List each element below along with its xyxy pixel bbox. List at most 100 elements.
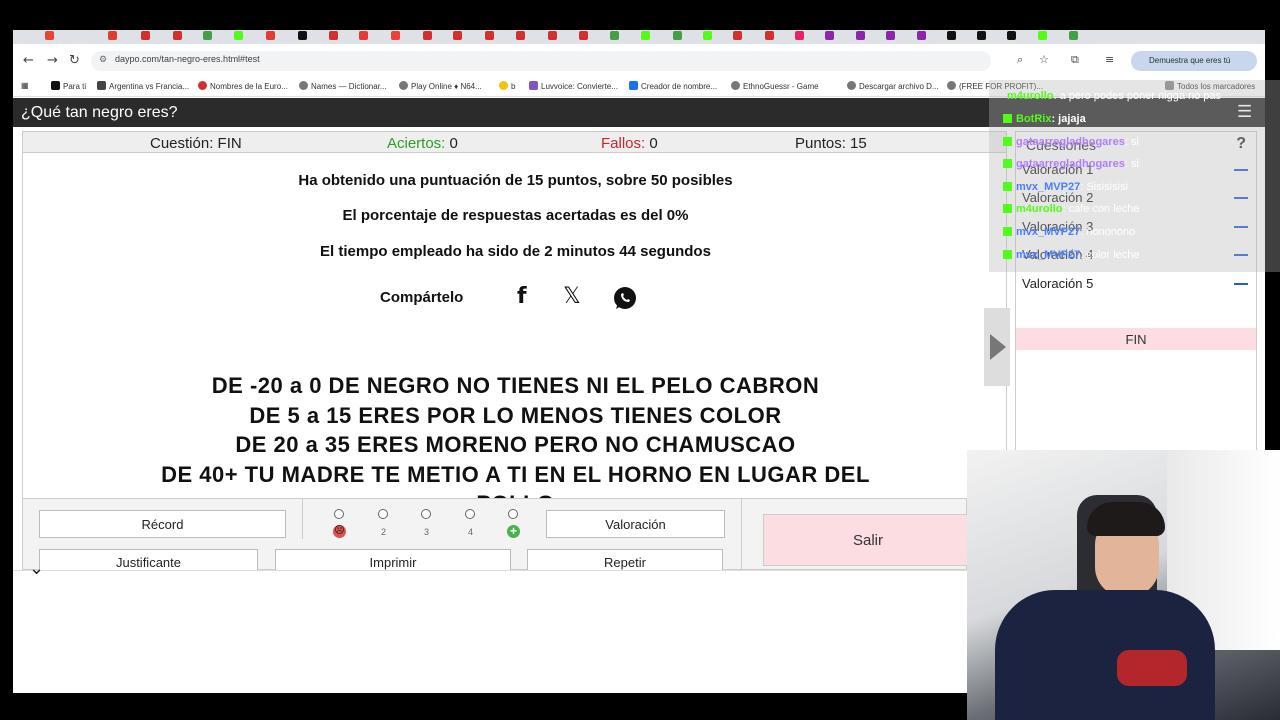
tab-favicon[interactable]	[359, 31, 368, 40]
chat-text: : a pero podes poner nigga no pas	[1053, 90, 1222, 102]
bookmark-item[interactable]: Play Online ♦ N64...	[399, 81, 482, 91]
tab-favicon[interactable]	[108, 31, 117, 40]
scale-line: DE 40+ TU MADRE TE METIO A TI EN EL HORN…	[161, 462, 870, 487]
document-icon	[97, 81, 106, 90]
rating-item[interactable]: Valoración 5	[1022, 276, 1093, 291]
chat-message: m4urollo: cafe con leche	[1003, 203, 1140, 215]
panel-toggle[interactable]	[984, 308, 1010, 386]
tab-favicon[interactable]	[141, 31, 150, 40]
fails-value: 0	[649, 135, 658, 152]
apps-icon[interactable]: ▦	[21, 81, 29, 90]
bookmark-item[interactable]: Luvvoice: Convierte...	[529, 81, 618, 91]
tab-favicon[interactable]	[610, 31, 619, 40]
tab-favicon[interactable]	[1069, 31, 1078, 40]
tab-favicon[interactable]	[733, 31, 742, 40]
print-button[interactable]: Imprimir	[275, 549, 511, 571]
bookmark-star-icon[interactable]: ☆	[1039, 53, 1049, 66]
menu-list-icon[interactable]: ≡	[1105, 53, 1114, 66]
dash-icon	[1234, 283, 1248, 285]
tab-favicon[interactable]	[203, 31, 212, 40]
tab-favicon[interactable]	[641, 31, 650, 40]
facebook-icon[interactable]: f	[517, 286, 535, 310]
chat-username: m4urollo	[1007, 90, 1054, 102]
tab-favicon[interactable]	[173, 31, 182, 40]
tab-favicon[interactable]	[886, 31, 895, 40]
hits-value: 0	[449, 135, 458, 152]
tab-favicon[interactable]	[234, 31, 243, 40]
tab-favicon[interactable]	[917, 31, 926, 40]
tab-favicon[interactable]	[579, 31, 588, 40]
microphone	[1117, 650, 1187, 686]
rating-radio-2[interactable]	[378, 509, 388, 519]
tab-favicon[interactable]	[516, 31, 525, 40]
bookmark-item[interactable]: Para ti	[51, 81, 86, 91]
reload-icon[interactable]: ↻	[69, 53, 80, 68]
rating-radio-1[interactable]	[334, 509, 344, 519]
rating-button[interactable]: Valoración	[546, 510, 725, 538]
receipt-button[interactable]: Justificante	[39, 549, 258, 571]
end-row[interactable]: FIN	[1016, 328, 1256, 350]
fails-label: Fallos:	[601, 135, 646, 152]
rating-radio-3[interactable]	[421, 509, 431, 519]
url-text: daypo.com/tan-negro-eres.html#test	[115, 54, 260, 64]
tab-favicon[interactable]	[947, 31, 956, 40]
bookmark-item[interactable]: Names — Dictionar...	[299, 81, 387, 91]
bookmark-item[interactable]: Creador de nombre...	[629, 81, 717, 91]
tab-favicon[interactable]	[1007, 31, 1016, 40]
tab-favicon[interactable]	[423, 31, 432, 40]
chevron-down-icon[interactable]: ⌄	[29, 558, 44, 579]
repeat-button[interactable]: Repetir	[527, 549, 723, 571]
tab-favicon[interactable]	[825, 31, 834, 40]
rating-radio-5[interactable]	[508, 509, 518, 519]
tab-favicon[interactable]	[453, 31, 462, 40]
emoji-icon	[499, 81, 508, 90]
url-input[interactable]: ⚙ daypo.com/tan-negro-eres.html#test	[91, 51, 991, 71]
x-twitter-icon[interactable]: 𝕏	[563, 286, 589, 310]
page-title: ¿Qué tan negro eres?	[21, 104, 178, 121]
record-button[interactable]: Récord	[39, 510, 286, 538]
tab-favicon[interactable]	[795, 31, 804, 40]
fails-counter: Fallos: 0	[601, 135, 658, 152]
bookmark-item[interactable]: EthnoGuessr - Game	[731, 81, 819, 91]
profile-chip-label: Demuestra que eres tú	[1149, 56, 1231, 65]
tab-favicon[interactable]	[266, 31, 275, 40]
back-icon[interactable]: ←	[23, 53, 34, 68]
tab-favicon[interactable]	[391, 31, 400, 40]
tab-favicon[interactable]	[298, 31, 307, 40]
extensions-icon[interactable]: ⧉	[1071, 53, 1079, 67]
pen-icon	[629, 81, 638, 90]
hits-label: Aciertos:	[387, 135, 446, 152]
bookmark-item[interactable]: Nombres de la Euro...	[198, 81, 288, 91]
stream-chat-overlay: m4urollo: a pero podes poner nigga no pa…	[989, 80, 1280, 272]
profile-chip[interactable]: Demuestra que eres tú	[1131, 51, 1257, 71]
bookmark-item[interactable]: Argentina vs Francia...	[97, 81, 189, 91]
tab-favicon[interactable]	[45, 31, 54, 40]
tab-favicon[interactable]	[977, 31, 986, 40]
sad-face-icon: ☹	[333, 525, 346, 538]
zoom-icon[interactable]: ⌕	[1017, 53, 1023, 67]
tab-favicon[interactable]	[673, 31, 682, 40]
whatsapp-icon[interactable]	[612, 285, 638, 311]
chat-username: mvx_MVP27	[1016, 181, 1081, 193]
streamer-hair	[1087, 502, 1165, 536]
tab-favicon[interactable]	[548, 31, 557, 40]
scale-line: DE -20 a 0 DE NEGRO NO TIENES NI EL PELO…	[211, 373, 820, 398]
tab-favicon[interactable]	[485, 31, 494, 40]
rating-radio-4[interactable]	[465, 509, 475, 519]
globe-icon	[947, 81, 956, 90]
bookmark-item[interactable]: b	[499, 81, 515, 91]
exit-button[interactable]: Salir	[763, 514, 973, 566]
bookmark-item[interactable]: Descargar archivo D...	[847, 81, 939, 91]
chat-message: m4urollo: a pero podes poner nigga no pa…	[1007, 90, 1221, 102]
points-counter: Puntos: 15	[795, 135, 867, 152]
tab-favicon[interactable]	[765, 31, 774, 40]
time-summary: El tiempo empleado ha sido de 2 minutos …	[320, 243, 711, 260]
site-info-icon[interactable]: ⚙	[99, 54, 107, 65]
chat-message: BotRix: jajaja	[1003, 113, 1086, 125]
forward-icon[interactable]: →	[47, 53, 58, 68]
tab-strip[interactable]	[13, 30, 1265, 44]
tab-favicon[interactable]	[1038, 31, 1047, 40]
tab-favicon[interactable]	[703, 31, 712, 40]
tab-favicon[interactable]	[329, 31, 338, 40]
tab-favicon[interactable]	[856, 31, 865, 40]
